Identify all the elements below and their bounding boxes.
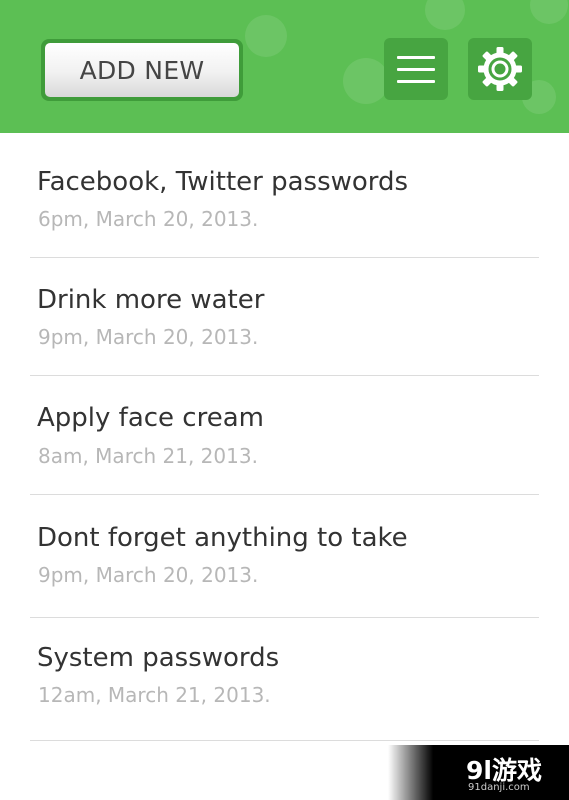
note-title: Apply face cream <box>37 403 264 433</box>
app-screen: ADD NEW Facebook, Twitter passwords 6pm,… <box>0 0 569 800</box>
add-new-label: ADD NEW <box>45 43 239 97</box>
menu-button[interactable] <box>384 38 448 100</box>
settings-button[interactable] <box>468 38 532 100</box>
note-title: System passwords <box>37 643 280 673</box>
note-date: 12am, March 21, 2013. <box>38 683 271 707</box>
list-item[interactable]: System passwords 12am, March 21, 2013. <box>30 618 539 741</box>
note-title: Facebook, Twitter passwords <box>37 167 409 197</box>
add-new-button[interactable]: ADD NEW <box>41 39 243 101</box>
header-decoration <box>343 58 389 104</box>
list-item[interactable]: Apply face cream 8am, March 21, 2013. <box>30 376 539 495</box>
header-decoration <box>530 0 568 24</box>
note-date: 9pm, March 20, 2013. <box>38 325 259 349</box>
list-item[interactable]: Drink more water 9pm, March 20, 2013. <box>30 258 539 376</box>
note-date: 8am, March 21, 2013. <box>38 444 258 468</box>
header-decoration <box>245 15 287 57</box>
note-date: 9pm, March 20, 2013. <box>38 563 259 587</box>
note-title: Dont forget anything to take <box>37 523 408 553</box>
menu-icon <box>397 54 435 84</box>
header-decoration <box>425 0 465 30</box>
note-title: Drink more water <box>37 285 265 315</box>
list-divider <box>30 740 539 741</box>
list-item[interactable]: Dont forget anything to take 9pm, March … <box>30 495 539 618</box>
list-item[interactable]: Facebook, Twitter passwords 6pm, March 2… <box>30 133 539 258</box>
watermark: 9l游戏 91danji.com <box>388 745 569 800</box>
gear-icon <box>478 47 522 91</box>
note-date: 6pm, March 20, 2013. <box>38 207 259 231</box>
top-bar: ADD NEW <box>0 0 569 133</box>
watermark-url: 91danji.com <box>468 782 530 793</box>
